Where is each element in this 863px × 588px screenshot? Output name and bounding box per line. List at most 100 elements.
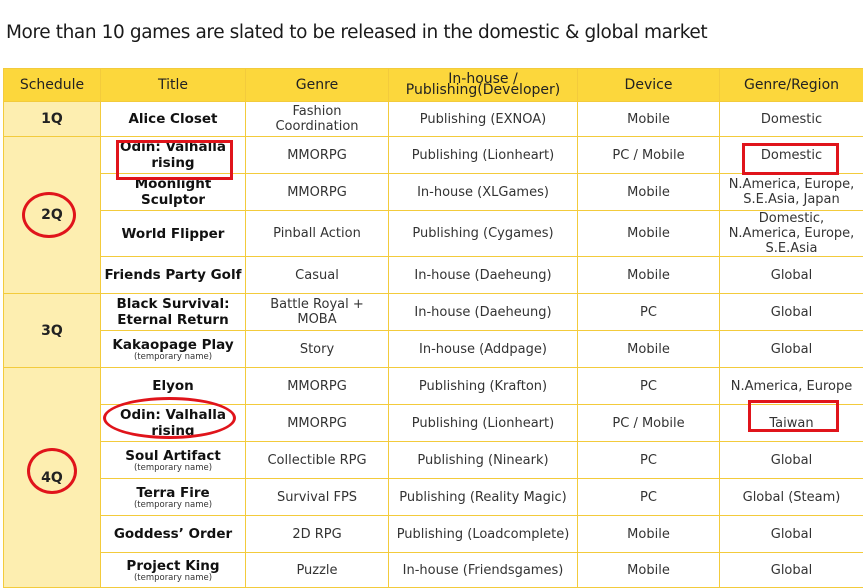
device-cell: Mobile: [578, 211, 720, 257]
developer-cell: In-house (Daeheung): [389, 294, 578, 331]
table-row: 1Q Alice Closet Fashion Coordination Pub…: [4, 102, 863, 137]
device-cell: PC / Mobile: [578, 137, 720, 174]
genre-cell: Casual: [246, 257, 389, 294]
developer-cell: In-house (Addpage): [389, 331, 578, 368]
header-genre: Genre: [246, 69, 389, 102]
genre-cell: Survival FPS: [246, 479, 389, 516]
table-row: Terra Fire(temporary name) Survival FPS …: [4, 479, 863, 516]
table-row: Friends Party Golf Casual In-house (Daeh…: [4, 257, 863, 294]
device-cell: Mobile: [578, 553, 720, 588]
table-row: Project King(temporary name) Puzzle In-h…: [4, 553, 863, 588]
genre-cell: Fashion Coordination: [246, 102, 389, 137]
game-title: Moonlight Sculptor: [101, 174, 246, 211]
header-device: Device: [578, 69, 720, 102]
game-title-text: Odin: Valhalla rising: [120, 407, 226, 439]
region-cell: Global: [720, 331, 863, 368]
game-title-text: Project King: [126, 558, 219, 574]
game-title: Odin: Valhalla rising: [101, 137, 246, 174]
game-title-text: Moonlight Sculptor: [135, 176, 212, 208]
header-developer: In-house / Publishing(Developer): [389, 69, 578, 102]
region-cell: Domestic: [720, 102, 863, 137]
developer-cell: In-house (Friendsgames): [389, 553, 578, 588]
game-title-text: Kakaopage Play: [112, 337, 233, 353]
developer-cell: In-house (XLGames): [389, 174, 578, 211]
region-cell: Global: [720, 257, 863, 294]
table-row: 2Q Odin: Valhalla rising MMORPG Publishi…: [4, 137, 863, 174]
game-title-text: World Flipper: [122, 226, 225, 242]
table-row: Moonlight Sculptor MMORPG In-house (XLGa…: [4, 174, 863, 211]
game-title: Soul Artifact(temporary name): [101, 442, 246, 479]
device-cell: PC: [578, 294, 720, 331]
game-title-note: (temporary name): [104, 501, 242, 510]
header-region: Genre/Region: [720, 69, 863, 102]
game-title-note: (temporary name): [104, 464, 242, 473]
region-cell: Taiwan: [720, 405, 863, 442]
device-cell: Mobile: [578, 102, 720, 137]
game-title-text: Soul Artifact: [125, 448, 221, 464]
quarter-cell: 1Q: [4, 102, 101, 137]
game-title-text: Black Survival: Eternal Return: [116, 296, 229, 328]
genre-cell: MMORPG: [246, 368, 389, 405]
genre-cell: MMORPG: [246, 405, 389, 442]
developer-cell: Publishing (Krafton): [389, 368, 578, 405]
device-cell: PC / Mobile: [578, 405, 720, 442]
table-row: Goddess’ Order 2D RPG Publishing (Loadco…: [4, 516, 863, 553]
game-title-text: Terra Fire: [136, 485, 209, 501]
game-title-text: Elyon: [152, 378, 194, 394]
device-cell: Mobile: [578, 331, 720, 368]
game-title-text: Alice Closet: [128, 111, 217, 127]
header-schedule: Schedule: [4, 69, 101, 102]
table-row: Kakaopage Play(temporary name) Story In-…: [4, 331, 863, 368]
genre-cell: 2D RPG: [246, 516, 389, 553]
device-cell: Mobile: [578, 516, 720, 553]
developer-cell: Publishing (Cygames): [389, 211, 578, 257]
game-title: Odin: Valhalla rising: [101, 405, 246, 442]
game-title-text: Friends Party Golf: [105, 267, 242, 283]
genre-cell: Battle Royal + MOBA: [246, 294, 389, 331]
game-title-note: (temporary name): [104, 574, 242, 583]
table-row: 3Q Black Survival: Eternal Return Battle…: [4, 294, 863, 331]
game-title: Friends Party Golf: [101, 257, 246, 294]
region-cell: Global: [720, 553, 863, 588]
game-title: World Flipper: [101, 211, 246, 257]
developer-cell: Publishing (Reality Magic): [389, 479, 578, 516]
genre-cell: MMORPG: [246, 174, 389, 211]
developer-cell: Publishing (Lionheart): [389, 405, 578, 442]
genre-cell: Puzzle: [246, 553, 389, 588]
table-row: Soul Artifact(temporary name) Collectibl…: [4, 442, 863, 479]
device-cell: Mobile: [578, 174, 720, 211]
table-row: Odin: Valhalla rising MMORPG Publishing …: [4, 405, 863, 442]
game-title: Goddess’ Order: [101, 516, 246, 553]
device-cell: PC: [578, 368, 720, 405]
table-row: 4Q Elyon MMORPG Publishing (Krafton) PC …: [4, 368, 863, 405]
region-cell: N.America, Europe, S.E.Asia, Japan: [720, 174, 863, 211]
developer-cell: Publishing (Nineark): [389, 442, 578, 479]
genre-cell: Story: [246, 331, 389, 368]
header-title: Title: [101, 69, 246, 102]
release-schedule-table: Schedule Title Genre In-house / Publishi…: [3, 68, 863, 588]
region-cell: Global: [720, 442, 863, 479]
developer-cell: Publishing (EXNOA): [389, 102, 578, 137]
developer-cell: In-house (Daeheung): [389, 257, 578, 294]
table-row: World Flipper Pinball Action Publishing …: [4, 211, 863, 257]
game-title: Kakaopage Play(temporary name): [101, 331, 246, 368]
game-title: Elyon: [101, 368, 246, 405]
developer-cell: Publishing (Lionheart): [389, 137, 578, 174]
game-title: Terra Fire(temporary name): [101, 479, 246, 516]
genre-cell: Pinball Action: [246, 211, 389, 257]
region-cell: Domestic, N.America, Europe, S.E.Asia: [720, 211, 863, 257]
quarter-cell: 3Q: [4, 294, 101, 368]
device-cell: PC: [578, 442, 720, 479]
region-cell: Global: [720, 294, 863, 331]
game-title-text: Odin: Valhalla rising: [120, 139, 226, 171]
quarter-cell: 2Q: [4, 137, 101, 294]
game-title: Black Survival: Eternal Return: [101, 294, 246, 331]
region-cell: Domestic: [720, 137, 863, 174]
game-title-text: Goddess’ Order: [114, 526, 232, 542]
region-cell: N.America, Europe: [720, 368, 863, 405]
game-title: Project King(temporary name): [101, 553, 246, 588]
header-row: Schedule Title Genre In-house / Publishi…: [4, 69, 863, 102]
game-title: Alice Closet: [101, 102, 246, 137]
developer-cell: Publishing (Loadcomplete): [389, 516, 578, 553]
page-title: More than 10 games are slated to be rele…: [6, 22, 707, 43]
